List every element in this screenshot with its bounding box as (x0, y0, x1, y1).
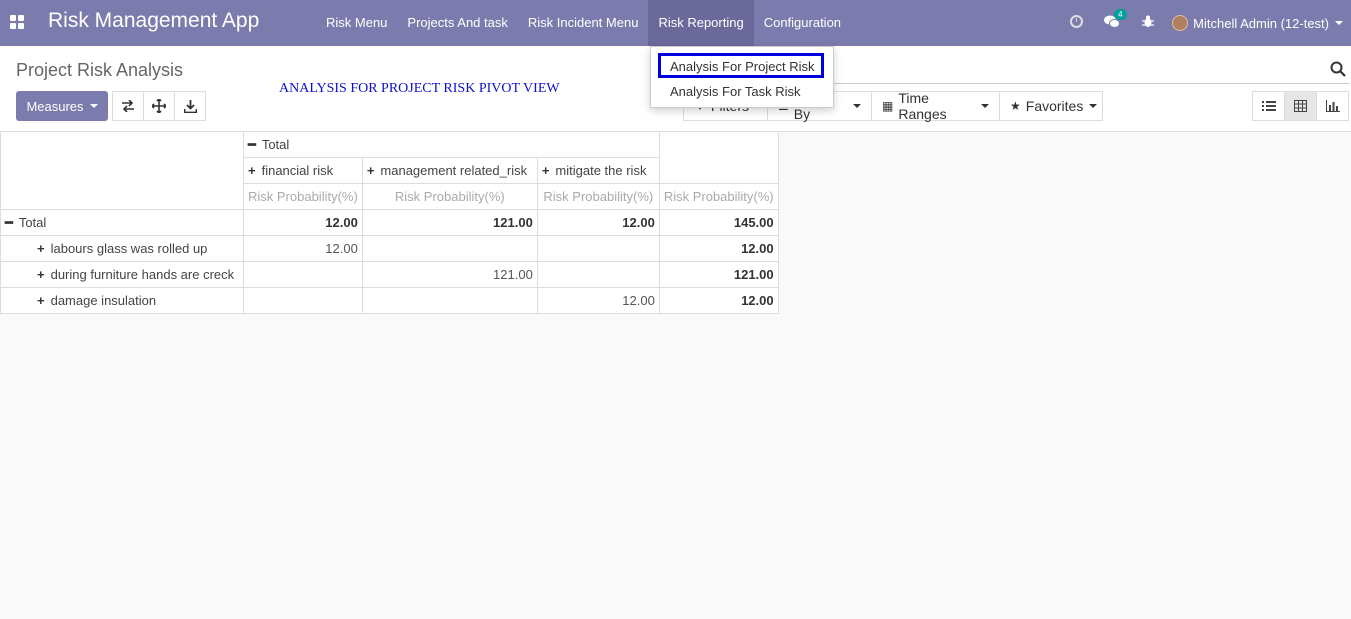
measures-button[interactable]: Measures (16, 91, 108, 121)
chat-badge: 4 (1114, 8, 1127, 20)
chevron-down-icon (853, 104, 861, 108)
chevron-down-icon (1089, 104, 1098, 108)
avatar (1172, 15, 1189, 31)
pivot-cell[interactable] (536, 235, 660, 262)
page-title: Project Risk Analysis (16, 60, 184, 80)
plus-icon: + (37, 293, 45, 308)
menu-projects-and-task[interactable]: Projects And task (397, 0, 517, 46)
risk-reporting-dropdown: Analysis For Project Risk Analysis For T… (650, 46, 834, 108)
favorites-button[interactable]: ★ Favorites (999, 91, 1103, 121)
minus-icon: ━ (5, 214, 13, 230)
plus-icon: + (366, 163, 375, 178)
row-header-total[interactable]: ━ Total (0, 209, 244, 236)
col-header-total[interactable]: ━ Total (243, 131, 660, 158)
pivot-cell-total[interactable]: 145.00 (658, 209, 779, 236)
app-title[interactable]: Risk Management App (48, 9, 259, 33)
dropdown-item-project-risk[interactable]: Analysis For Project Risk (670, 59, 814, 74)
col-header-total-blank (658, 131, 779, 184)
star-icon: ★ (1010, 99, 1021, 113)
user-name: Mitchell Admin (12-test) (1193, 15, 1329, 31)
pivot-cell-total[interactable]: 12.00 (658, 287, 779, 314)
pivot-cell[interactable]: 12.00 (243, 235, 363, 262)
row-header[interactable]: + during furniture hands are creck (0, 261, 244, 288)
pivot-view-button[interactable] (1284, 91, 1317, 121)
main-menu: Risk Menu Projects And task Risk Inciden… (316, 0, 851, 46)
pivot-actions (112, 91, 206, 121)
list-view-button[interactable] (1252, 91, 1285, 121)
col-header-mitigate-risk[interactable]: + mitigate the risk (536, 157, 660, 184)
chat-icon[interactable]: 4 (1094, 8, 1130, 32)
pivot-cell[interactable]: 12.00 (243, 209, 363, 236)
col-header-management-risk[interactable]: + management related_risk (361, 157, 538, 184)
flip-axis-button[interactable] (112, 91, 144, 121)
download-icon (183, 99, 197, 113)
pivot-cell[interactable] (243, 287, 363, 314)
measure-header[interactable]: Risk Probability(%) (361, 183, 538, 210)
menu-risk-reporting[interactable]: Risk Reporting (648, 0, 754, 46)
plus-icon: + (37, 267, 45, 282)
download-button[interactable] (174, 91, 206, 121)
bar-chart-icon (1325, 100, 1340, 112)
measure-header[interactable]: Risk Probability(%) (243, 183, 363, 210)
row-header[interactable]: + damage insulation (0, 287, 244, 314)
table-icon (1294, 100, 1307, 112)
search-icon (1330, 61, 1346, 77)
dropdown-item-task-risk[interactable]: Analysis For Task Risk (670, 84, 801, 99)
col-header-financial-risk[interactable]: + financial risk (243, 157, 363, 184)
apps-menu-icon[interactable] (10, 15, 24, 29)
pivot-cell[interactable] (536, 261, 660, 288)
pivot-cell[interactable] (243, 261, 363, 288)
measures-label: Measures (26, 98, 84, 114)
pivot-cell[interactable] (361, 235, 538, 262)
view-switcher (1252, 91, 1349, 121)
user-menu[interactable]: Mitchell Admin (12-test) (1166, 15, 1351, 31)
expand-all-button[interactable] (143, 91, 175, 121)
pivot-table: ━ Total + financial risk + management relat… (0, 131, 779, 314)
chevron-down-icon (89, 104, 98, 108)
arrows-icon (152, 99, 166, 113)
pivot-cell[interactable]: 12.00 (536, 209, 660, 236)
activity-clock-icon[interactable] (1058, 15, 1094, 31)
table-row: + labours glass was rolled up 12.00 12.00 (0, 235, 779, 262)
row-header[interactable]: + labours glass was rolled up (0, 235, 244, 262)
pivot-cell-total[interactable]: 12.00 (658, 235, 779, 262)
pivot-cell[interactable]: 12.00 (536, 287, 660, 314)
pivot-cell[interactable]: 121.00 (361, 209, 538, 236)
measure-header[interactable]: Risk Probability(%) (658, 183, 779, 210)
top-navbar: Risk Management App Risk Menu Projects A… (0, 0, 1351, 46)
chevron-down-icon (1335, 21, 1343, 25)
pivot-corner (0, 131, 244, 210)
menu-configuration[interactable]: Configuration (754, 0, 851, 46)
plus-icon: + (248, 163, 256, 178)
minus-icon: ━ (248, 136, 256, 152)
pivot-cell[interactable] (361, 287, 538, 314)
pivot-cell[interactable]: 121.00 (361, 261, 538, 288)
exchange-icon (122, 100, 134, 112)
bug-icon[interactable] (1130, 15, 1166, 31)
menu-risk-incident[interactable]: Risk Incident Menu (518, 0, 649, 46)
pivot-cell-total[interactable]: 121.00 (658, 261, 779, 288)
plus-icon: + (541, 163, 550, 178)
graph-view-button[interactable] (1316, 91, 1349, 121)
time-ranges-button[interactable]: ▦ Time Ranges (871, 90, 1000, 122)
measure-header[interactable]: Risk Probability(%) (536, 183, 660, 210)
table-row: + during furniture hands are creck 121.00… (0, 261, 779, 288)
menu-risk-menu[interactable]: Risk Menu (316, 0, 397, 46)
chevron-down-icon (981, 104, 989, 108)
plus-icon: + (37, 241, 45, 256)
table-row: + damage insulation 12.00 12.00 (0, 287, 779, 314)
calendar-icon: ▦ (882, 99, 894, 113)
list-icon (1261, 101, 1276, 111)
systray: 4 Mitchell Admin (12-test) (1058, 0, 1351, 46)
annotation-text: ANALYSIS FOR PROJECT RISK PIVOT VIEW (279, 81, 560, 96)
table-row: ━ Total 12.00 121.00 12.00 145.00 (0, 209, 779, 236)
